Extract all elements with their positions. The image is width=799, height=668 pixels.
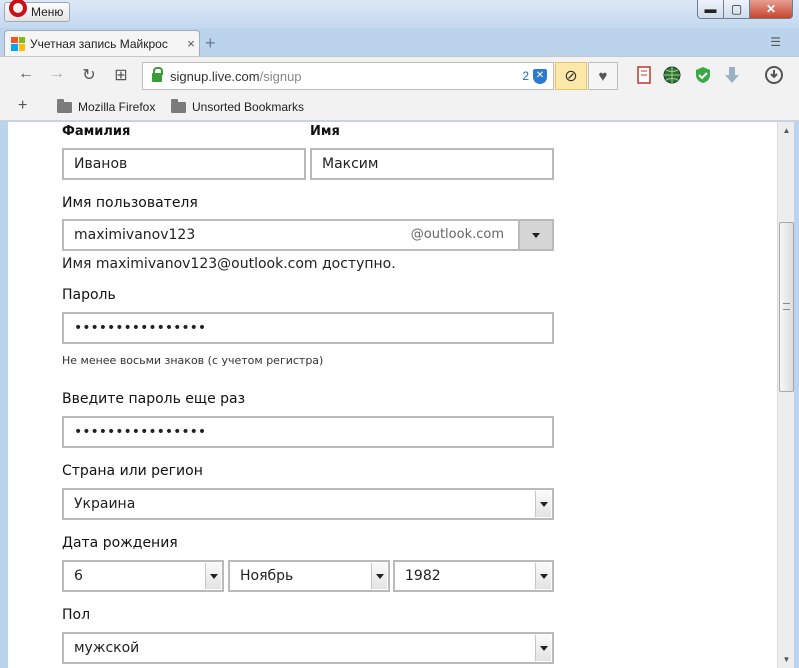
chevron-down-icon[interactable] (205, 563, 221, 589)
domain-dropdown-button[interactable] (518, 221, 552, 249)
password-label: Пароль (62, 287, 116, 303)
first-name-input[interactable]: Максим (310, 148, 554, 180)
window-controls: ▬ ▢ ✕ (697, 0, 793, 19)
tab-microsoft-account[interactable]: Учетная запись Майкрос × (4, 30, 200, 56)
username-availability: Имя maximivanov123@outlook.com доступно. (62, 256, 396, 272)
tab-close-icon[interactable]: × (183, 36, 199, 51)
maximize-button[interactable]: ▢ (723, 0, 749, 19)
tab-title: Учетная запись Майкрос (30, 36, 168, 51)
signup-page: Фамилия Имя Иванов Максим Имя пользовате… (8, 122, 777, 668)
birth-year-value: 1982 (405, 568, 441, 584)
tab-bar: Учетная запись Майкрос × + ☰ (0, 28, 799, 56)
add-bookmark-icon[interactable]: + (18, 97, 27, 115)
birth-month-value: Ноябрь (240, 568, 294, 584)
close-window-button[interactable]: ✕ (749, 0, 793, 19)
username-label: Имя пользователя (62, 195, 198, 211)
birth-year-select[interactable]: 1982 (393, 560, 554, 592)
opera-logo-icon (9, 0, 27, 17)
extension-globe-icon[interactable] (662, 65, 682, 85)
country-value: Украина (74, 496, 136, 512)
bookmark-heart-icon[interactable]: ♥ (588, 62, 618, 90)
confirm-password-value: •••••••••••••••• (74, 424, 207, 440)
reload-icon[interactable]: ↻ (79, 65, 99, 85)
privacy-shield-icon[interactable]: ✕ (533, 68, 547, 84)
extension-download-arrow-icon[interactable] (722, 65, 742, 85)
first-name-label: Имя (310, 124, 340, 139)
password-value: •••••••••••••••• (74, 320, 207, 336)
first-name-value: Максим (322, 156, 379, 172)
extension-notebook-icon[interactable] (634, 65, 654, 85)
gender-label: Пол (62, 607, 91, 623)
microsoft-logo-icon (11, 36, 25, 51)
bookmarks-bar: + Mozilla Firefox Unsorted Bookmarks (0, 93, 799, 121)
scrollbar-thumb[interactable] (779, 222, 794, 392)
opera-menu-button[interactable]: Меню (4, 0, 70, 22)
menu-label: Меню (31, 5, 64, 19)
last-name-input[interactable]: Иванов (62, 148, 306, 180)
password-hint: Не менее восьми знаков (с учетом регистр… (62, 354, 324, 367)
scroll-up-icon[interactable]: ▲ (778, 122, 795, 139)
chevron-down-icon (532, 232, 540, 238)
last-name-label: Фамилия (62, 124, 131, 139)
download-manager-icon[interactable] (764, 65, 784, 85)
chevron-down-icon[interactable] (535, 635, 551, 661)
bookmark-unsorted[interactable]: Unsorted Bookmarks (171, 98, 305, 114)
extension-shield-check-icon[interactable] (693, 65, 713, 85)
birth-month-select[interactable]: Ноябрь (228, 560, 390, 592)
tracker-count: 2 (522, 69, 529, 83)
last-name-value: Иванов (74, 156, 128, 172)
birth-day-select[interactable]: 6 (62, 560, 224, 592)
username-domain: @outlook.com (410, 227, 504, 242)
password-input[interactable]: •••••••••••••••• (62, 312, 554, 344)
adblock-icon[interactable]: ⊘ (555, 62, 587, 90)
bookmark-label: Mozilla Firefox (78, 100, 156, 114)
back-icon[interactable]: ← (16, 65, 36, 83)
speed-dial-icon[interactable]: ⊞ (111, 65, 131, 85)
url-path: /signup (259, 68, 302, 84)
url-host: signup.live.com (170, 68, 260, 84)
new-tab-button[interactable]: + (205, 33, 216, 54)
username-input[interactable]: maximivanov123 @outlook.com (62, 219, 554, 251)
folder-icon (57, 98, 72, 113)
folder-icon (171, 98, 186, 113)
tab-menu-icon[interactable]: ☰ (770, 35, 781, 49)
bookmark-mozilla-firefox[interactable]: Mozilla Firefox (57, 98, 156, 114)
scroll-down-icon[interactable]: ▼ (778, 651, 795, 668)
forward-icon[interactable]: → (47, 65, 67, 83)
lock-icon[interactable] (152, 67, 163, 82)
country-label: Страна или регион (62, 463, 203, 479)
bookmark-label: Unsorted Bookmarks (192, 100, 305, 114)
page-scrollbar[interactable]: ▲ ▼ (777, 122, 794, 668)
minimize-button[interactable]: ▬ (697, 0, 723, 19)
window-titlebar: Меню ▬ ▢ ✕ (0, 0, 799, 28)
username-value: maximivanov123 (74, 227, 196, 243)
scroll-grip-icon (783, 303, 790, 310)
chevron-down-icon[interactable] (535, 491, 551, 517)
chevron-down-icon[interactable] (535, 563, 551, 589)
country-select[interactable]: Украина (62, 488, 554, 520)
birthdate-label: Дата рождения (62, 535, 178, 551)
birth-day-value: 6 (74, 568, 83, 584)
gender-value: мужской (74, 640, 140, 656)
confirm-password-label: Введите пароль еще раз (62, 391, 246, 407)
confirm-password-input[interactable]: •••••••••••••••• (62, 416, 554, 448)
navigation-toolbar: ← → ↻ ⊞ signup.live.com /signup 2 ✕ ⊘ ♥ (0, 56, 799, 93)
gender-select[interactable]: мужской (62, 632, 554, 664)
chevron-down-icon[interactable] (371, 563, 387, 589)
address-bar[interactable]: signup.live.com /signup 2 ✕ (142, 62, 554, 90)
